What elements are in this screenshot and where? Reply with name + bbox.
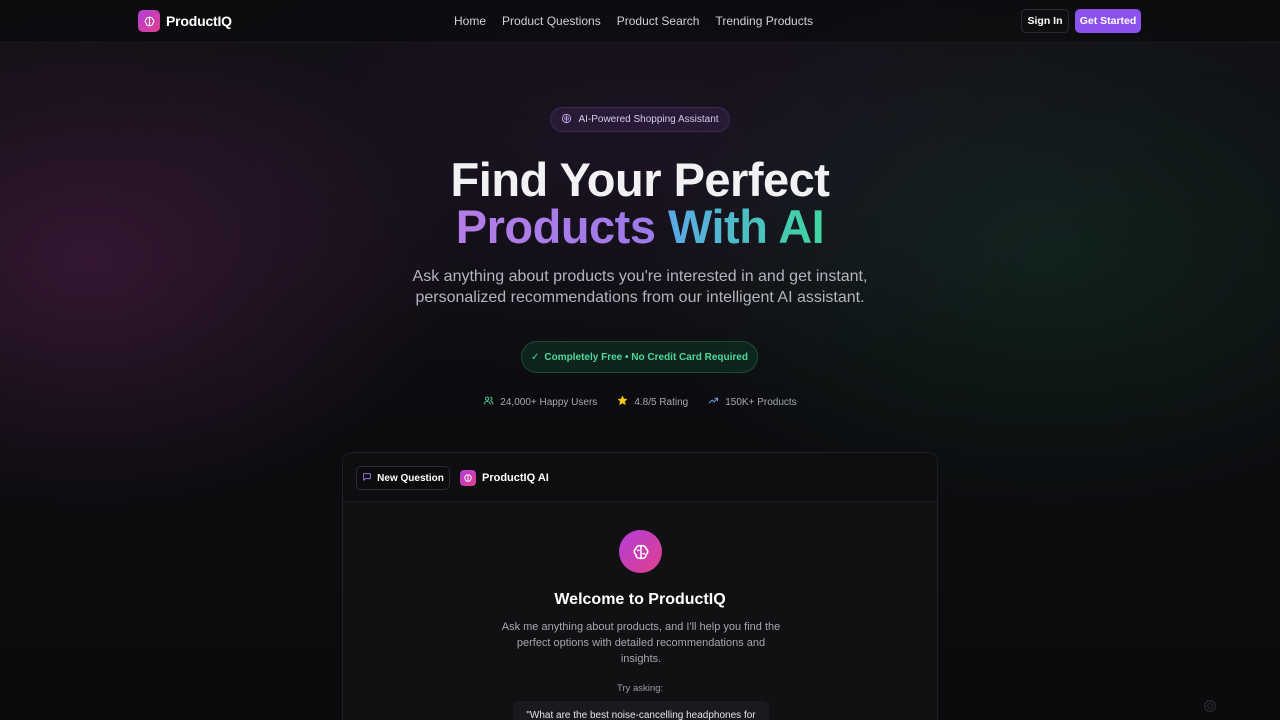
ai-powered-badge: AI-Powered Shopping Assistant [550, 107, 730, 132]
free-pill: ✓ Completely Free • No Credit Card Requi… [521, 341, 758, 373]
hero-title-line2: Products With AI [0, 203, 1280, 250]
stat-rating: 4.8/5 Rating [617, 395, 688, 409]
badge-label: AI-Powered Shopping Assistant [578, 114, 719, 125]
free-pill-label: Completely Free • No Credit Card Require… [544, 351, 748, 363]
hero-subtitle-line1: Ask anything about products you're inter… [412, 268, 868, 285]
brand-logo[interactable]: ProductIQ [138, 10, 232, 32]
hero-subtitle-line2: personalized recommendations from our in… [415, 289, 865, 306]
nav-links: Home Product Questions Product Search Tr… [454, 14, 813, 28]
stat-users: 24,000+ Happy Users [483, 395, 597, 409]
watermark-logo [1203, 699, 1217, 713]
users-icon [483, 395, 494, 409]
brain-icon [138, 10, 160, 32]
stats-row: 24,000+ Happy Users 4.8/5 Rating 150K+ P… [0, 395, 1280, 409]
welcome-subtitle-line3: insights. [620, 653, 662, 665]
stat-rating-label: 4.8/5 Rating [634, 396, 689, 408]
sign-in-button[interactable]: Sign In [1021, 9, 1069, 33]
hero-subtitle: Ask anything about products you're inter… [340, 266, 940, 308]
nav-link-product-questions[interactable]: Product Questions [502, 14, 601, 28]
assistant-title: ProductIQ AI [460, 470, 549, 486]
star-icon [617, 395, 628, 409]
new-question-label: New Question [377, 472, 444, 484]
brand-name: ProductIQ [166, 13, 232, 29]
brain-icon [561, 113, 572, 127]
brain-icon [460, 470, 476, 486]
welcome-subtitle: Ask me anything about products, and I'll… [491, 619, 791, 667]
brain-icon [619, 530, 662, 573]
welcome-subtitle-line1: Ask me anything about products, and I'll… [501, 621, 781, 633]
trending-up-icon [708, 395, 719, 409]
checkmark-icon: ✓ [531, 351, 540, 363]
hero-title-with-ai: With AI [668, 200, 825, 253]
stat-products-label: 150K+ Products [725, 396, 797, 408]
get-started-button[interactable]: Get Started [1075, 9, 1141, 33]
stat-users-label: 24,000+ Happy Users [500, 396, 598, 408]
welcome-title: Welcome to ProductIQ [554, 591, 726, 608]
assistant-name: ProductIQ AI [482, 472, 549, 484]
nav-link-trending-products[interactable]: Trending Products [715, 14, 813, 28]
stat-products: 150K+ Products [708, 395, 797, 409]
top-navbar: ProductIQ Home Product Questions Product… [0, 0, 1280, 43]
chat-header: New Question ProductIQ AI [343, 453, 937, 502]
nav-link-product-search[interactable]: Product Search [617, 14, 700, 28]
hero-title-line1: Find Your Perfect [450, 153, 830, 206]
hero-title-products: Products [455, 200, 656, 253]
try-asking-label: Try asking: [616, 683, 664, 694]
new-question-button[interactable]: New Question [356, 466, 450, 490]
welcome-subtitle-line2: perfect options with detailed recommenda… [516, 637, 766, 649]
example-question-chip[interactable]: "What are the best noise-cancelling head… [513, 701, 769, 720]
nav-link-home[interactable]: Home [454, 14, 486, 28]
message-square-icon [362, 472, 372, 485]
chat-card: New Question ProductIQ AI Welcome to Pro… [342, 452, 938, 720]
